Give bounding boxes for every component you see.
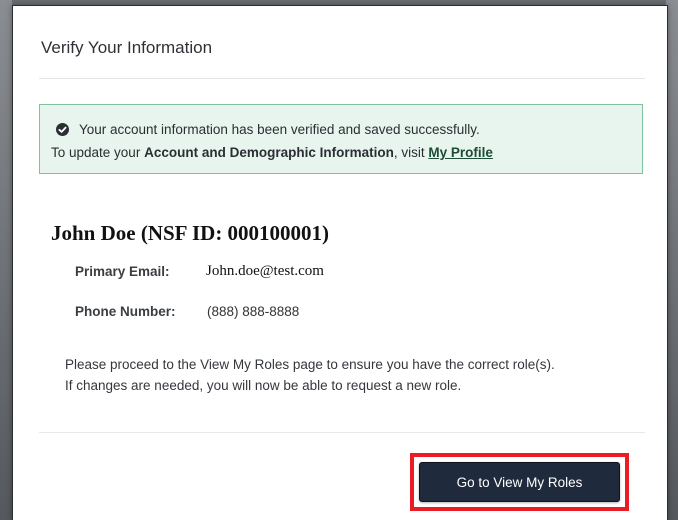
instructions-line-2: If changes are needed, you will now be a…	[65, 378, 462, 393]
verify-info-modal: Verify Your Information Your account inf…	[12, 5, 668, 520]
go-to-view-my-roles-button[interactable]: Go to View My Roles	[419, 462, 620, 502]
check-circle-icon	[56, 123, 69, 136]
instructions-text: Please proceed to the View My Roles page…	[65, 354, 645, 396]
alert-update-mid: , visit	[393, 145, 429, 160]
footer-divider	[39, 432, 645, 433]
title-divider	[39, 78, 645, 79]
phone-number-value: (888) 888-8888	[207, 304, 300, 319]
my-profile-link[interactable]: My Profile	[428, 145, 493, 160]
alert-update-bold: Account and Demographic Information	[144, 145, 394, 160]
backdrop-left-edge	[0, 0, 12, 520]
alert-message-line: Your account information has been verifi…	[56, 122, 480, 137]
phone-number-label: Phone Number:	[75, 304, 176, 319]
primary-email-label: Primary Email:	[75, 264, 170, 279]
alert-message-text: Your account information has been verifi…	[79, 122, 480, 137]
alert-update-prefix: To update your	[51, 145, 145, 160]
modal-title: Verify Your Information	[41, 38, 213, 57]
success-alert: Your account information has been verifi…	[39, 104, 643, 174]
user-name-heading: John Doe (NSF ID: 000100001)	[51, 221, 330, 245]
instructions-line-1: Please proceed to the View My Roles page…	[65, 357, 555, 372]
alert-update-line: To update your Account and Demographic I…	[51, 145, 493, 160]
primary-email-value: John.doe@test.com	[206, 263, 324, 279]
